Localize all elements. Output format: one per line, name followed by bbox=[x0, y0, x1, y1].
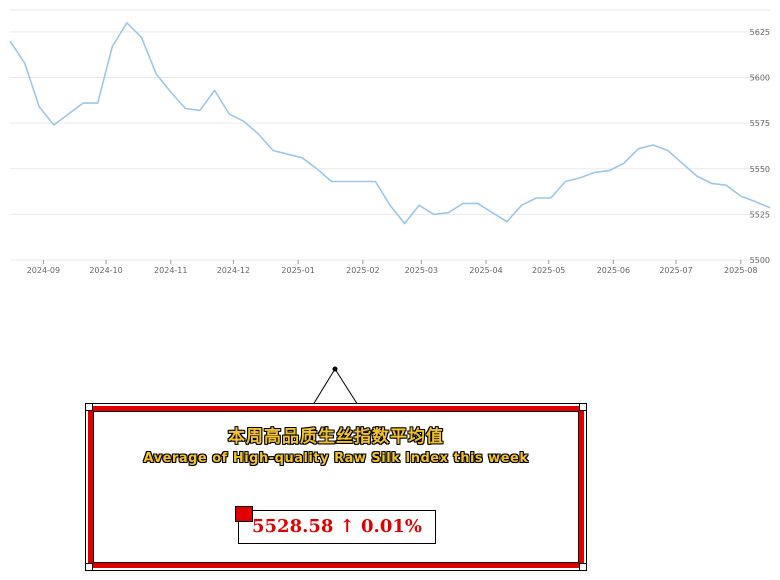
index-value: 5528.58 ↑ 0.01% bbox=[238, 510, 436, 544]
infobox-title-en: Average of High-quality Raw Silk Index t… bbox=[143, 451, 529, 466]
infobox-title-cn: 本周高品质生丝指数平均值 bbox=[228, 427, 444, 447]
value-marker-icon bbox=[235, 506, 253, 522]
frame-corner bbox=[85, 403, 93, 411]
frame-corner bbox=[579, 563, 587, 571]
hanger-pin-icon bbox=[332, 366, 338, 372]
frame-corner bbox=[579, 403, 587, 411]
frame-corner bbox=[85, 563, 93, 571]
